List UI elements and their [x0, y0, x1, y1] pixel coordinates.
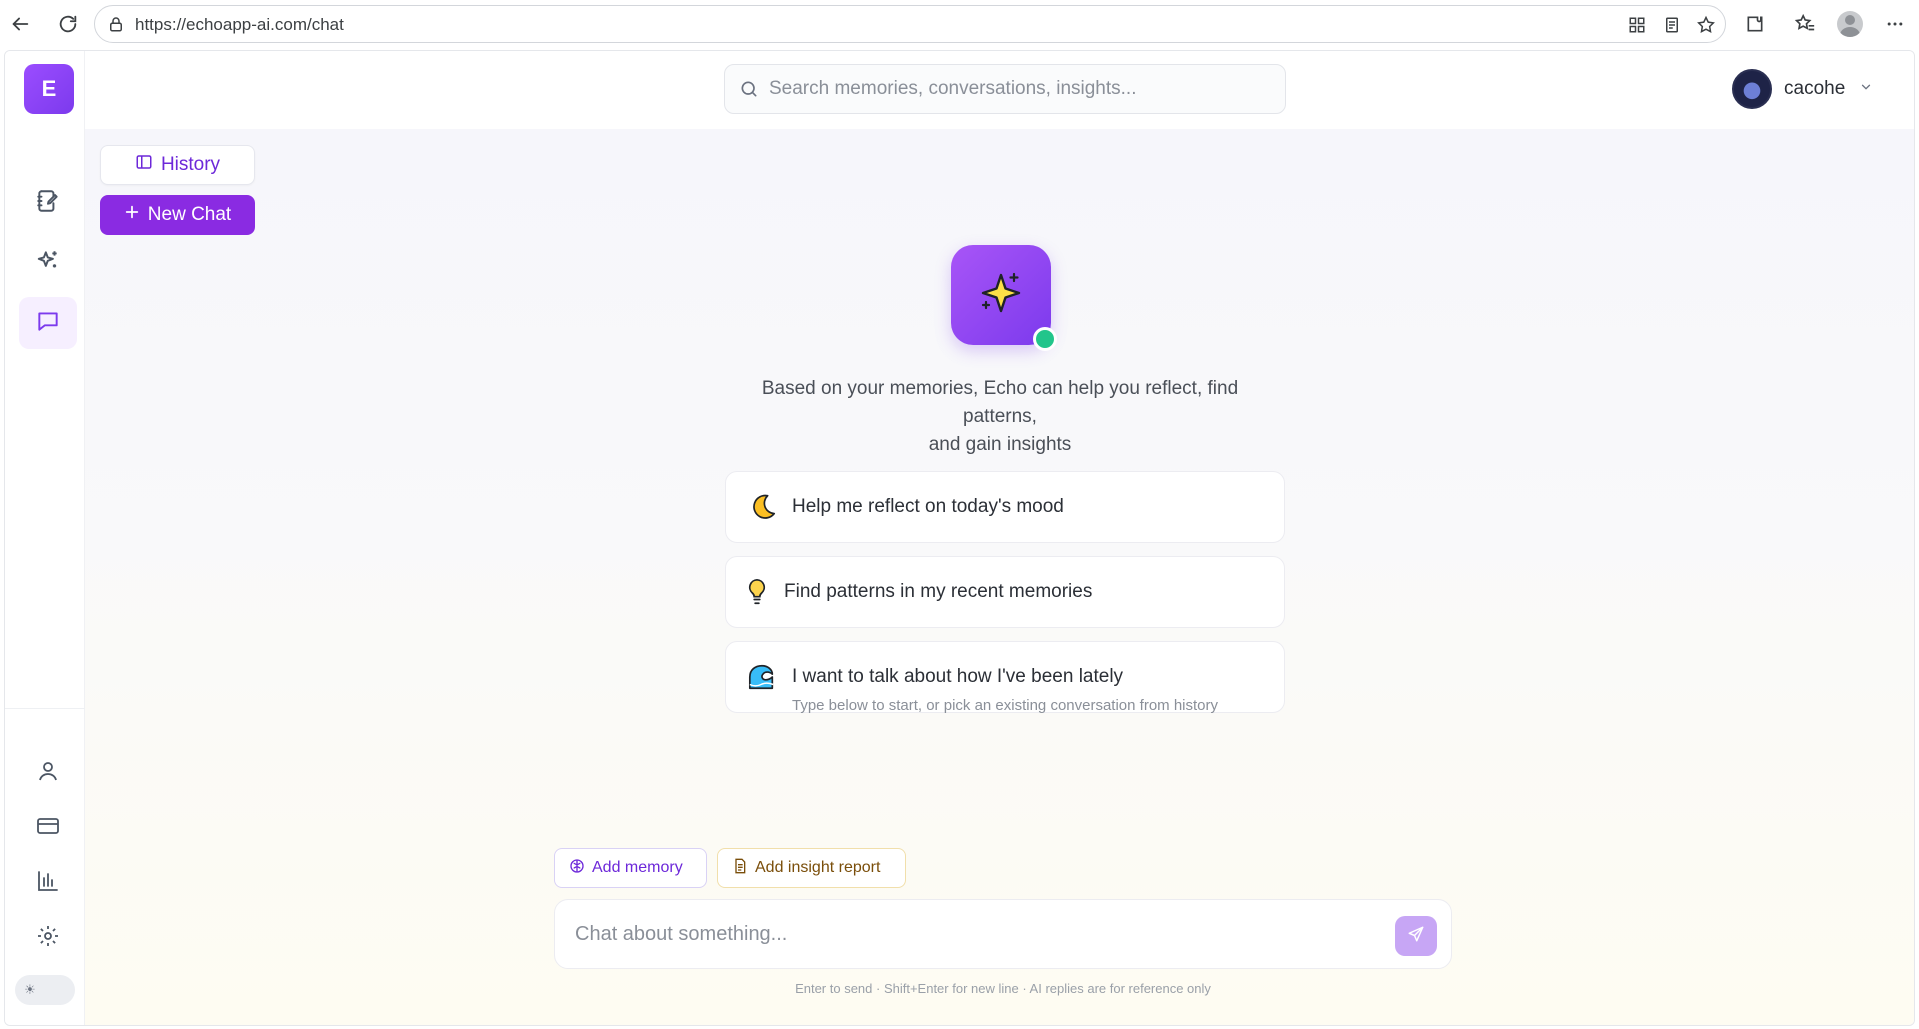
top-bar: cacohe	[85, 51, 1914, 129]
prompt-suggestion[interactable]: Find patterns in my recent memories	[725, 556, 1285, 628]
address-bar[interactable]: https://echoapp-ai.com/chat	[94, 5, 1726, 43]
chat-composer	[554, 899, 1452, 969]
history-label: History	[160, 154, 221, 175]
sidebar: E ☀	[5, 51, 85, 1025]
send-button[interactable]	[1395, 916, 1437, 956]
wave-icon	[746, 661, 778, 693]
reading-view-icon[interactable]	[1662, 15, 1682, 35]
chat-input[interactable]	[575, 900, 1375, 968]
prompt-text: Find patterns in my recent memories	[784, 581, 1093, 602]
history-button[interactable]: History	[100, 145, 255, 185]
new-chat-label: New Chat	[147, 204, 232, 225]
sparkles-icon	[977, 269, 1025, 322]
sidebar-item-stats[interactable]	[19, 857, 77, 909]
avatar[interactable]	[1732, 69, 1772, 109]
sun-icon: ☀	[24, 982, 36, 997]
user-menu[interactable]: cacohe	[1732, 67, 1873, 111]
credit-card-icon	[36, 814, 60, 843]
document-icon	[732, 858, 748, 879]
add-insight-label: Add insight report	[755, 859, 881, 876]
sidebar-item-billing[interactable]	[19, 802, 77, 854]
extensions-icon[interactable]	[1741, 10, 1769, 38]
theme-toggle[interactable]: ☀	[15, 975, 75, 1005]
prompt-text: I want to talk about how I've been latel…	[792, 666, 1124, 687]
add-memory-label: Add memory	[592, 859, 683, 876]
more-menu-icon[interactable]	[1881, 10, 1909, 38]
chat-main: History New Chat Based on your memories,…	[85, 129, 1914, 1025]
add-memory-button[interactable]: Add memory	[554, 848, 707, 888]
online-status-dot	[1033, 327, 1057, 351]
brain-icon	[569, 858, 585, 879]
search-input[interactable]	[769, 65, 1269, 113]
gear-icon	[36, 924, 60, 953]
apps-icon[interactable]	[1627, 15, 1647, 35]
sidebar-item-insights[interactable]	[19, 237, 77, 289]
new-chat-button[interactable]: New Chat	[100, 195, 255, 235]
send-icon	[1407, 925, 1425, 948]
back-icon[interactable]	[6, 10, 34, 38]
sparkles-icon	[35, 248, 61, 279]
lock-icon	[107, 15, 125, 38]
chevron-down-icon[interactable]	[1859, 80, 1873, 99]
search-box[interactable]	[724, 64, 1286, 114]
search-icon	[739, 79, 759, 104]
intro-text: Based on your memories, Echo can help yo…	[761, 378, 1239, 455]
sidebar-item-settings[interactable]	[19, 912, 77, 964]
start-hint: Type below to start, or pick an existing…	[791, 697, 1219, 714]
app-logo[interactable]: E	[24, 64, 74, 114]
plus-icon	[124, 204, 140, 226]
chat-bubble-icon	[35, 308, 61, 339]
prompt-suggestion[interactable]: Help me reflect on today's mood	[725, 471, 1285, 543]
reload-icon[interactable]	[54, 10, 82, 38]
sidebar-item-profile[interactable]	[19, 747, 77, 799]
browser-toolbar: https://echoapp-ai.com/chat	[0, 0, 1919, 48]
app-window: E ☀ Search memories, conversations, insi…	[4, 50, 1915, 1026]
lightbulb-icon	[746, 576, 768, 608]
journal-edit-icon	[35, 188, 61, 219]
prompt-text: Help me reflect on today's mood	[792, 496, 1064, 517]
url-text[interactable]: https://echoapp-ai.com/chat	[135, 15, 344, 35]
profile-icon[interactable]	[1836, 10, 1864, 38]
crescent-moon-icon	[746, 491, 778, 523]
favorites-icon[interactable]	[1791, 10, 1819, 38]
composer-footnote: Enter to send · Shift+Enter for new line…	[795, 981, 1211, 996]
sidebar-divider	[5, 708, 85, 709]
add-insight-report-button[interactable]: Add insight report	[717, 848, 906, 888]
username[interactable]: cacohe	[1784, 78, 1845, 100]
sidebar-item-chat[interactable]	[19, 297, 77, 349]
sidebar-item-journal[interactable]	[19, 177, 77, 229]
bar-chart-icon	[36, 869, 60, 898]
user-icon	[36, 759, 60, 788]
sidebar-panel-icon	[135, 153, 153, 177]
favorite-star-icon[interactable]	[1696, 15, 1716, 35]
echo-hero-badge	[951, 245, 1057, 351]
